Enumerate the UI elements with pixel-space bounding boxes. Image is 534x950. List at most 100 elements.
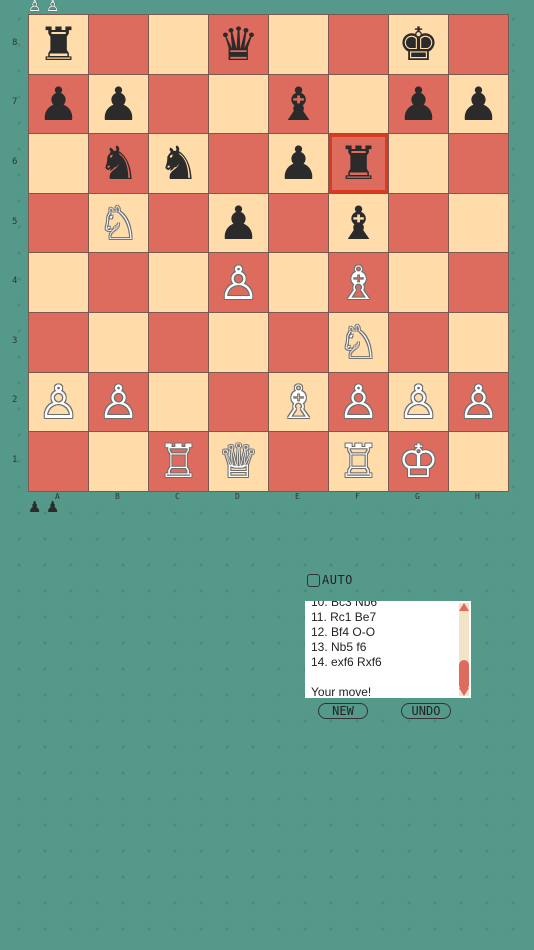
white-pawn-icon[interactable]: ♙: [29, 373, 88, 432]
square-d5[interactable]: ♟: [208, 192, 269, 254]
new-game-button[interactable]: NEW: [318, 703, 368, 719]
square-b8[interactable]: [88, 14, 149, 75]
square-c3[interactable]: [148, 312, 209, 373]
square-b6[interactable]: ♞: [88, 133, 149, 194]
white-bishop-icon[interactable]: ♗: [269, 373, 328, 432]
square-d3[interactable]: [208, 312, 269, 373]
square-d2[interactable]: [208, 371, 269, 433]
square-h4[interactable]: [448, 252, 509, 313]
scroll-down-icon[interactable]: [459, 688, 469, 696]
square-h8[interactable]: [448, 14, 509, 75]
square-b2[interactable]: ♙: [88, 371, 149, 433]
square-a4[interactable]: [28, 252, 89, 313]
black-rook-icon[interactable]: ♜: [29, 15, 88, 74]
square-a3[interactable]: [28, 312, 89, 373]
square-h6[interactable]: [448, 133, 509, 194]
square-g2[interactable]: ♙: [388, 371, 449, 433]
square-b1[interactable]: [88, 431, 149, 492]
auto-checkbox[interactable]: [307, 573, 320, 587]
square-g6[interactable]: [388, 133, 449, 194]
square-f5[interactable]: ♝: [328, 192, 389, 254]
white-king-icon[interactable]: ♔: [389, 432, 448, 491]
white-bishop-icon[interactable]: ♗: [329, 253, 388, 312]
square-e4[interactable]: [268, 252, 329, 313]
black-pawn-icon[interactable]: ♟: [29, 75, 88, 134]
square-d1[interactable]: ♕: [208, 431, 269, 492]
white-knight-icon[interactable]: ♘: [329, 313, 388, 372]
scroll-thumb[interactable]: [459, 660, 469, 690]
square-c1[interactable]: ♖: [148, 431, 209, 492]
black-pawn-icon[interactable]: ♟: [89, 75, 148, 134]
square-f4[interactable]: ♗: [328, 252, 389, 313]
square-e2[interactable]: ♗: [268, 371, 329, 433]
square-c7[interactable]: [148, 73, 209, 135]
square-a1[interactable]: [28, 431, 89, 492]
square-c5[interactable]: [148, 192, 209, 254]
square-e8[interactable]: [268, 14, 329, 75]
square-b7[interactable]: ♟: [88, 73, 149, 135]
square-c2[interactable]: [148, 371, 209, 433]
square-f8[interactable]: [328, 14, 389, 75]
square-a5[interactable]: [28, 192, 89, 254]
square-d4[interactable]: ♙: [208, 252, 269, 313]
white-pawn-icon[interactable]: ♙: [89, 373, 148, 432]
white-knight-icon[interactable]: ♘: [89, 194, 148, 253]
white-rook-icon[interactable]: ♖: [149, 432, 208, 491]
square-e7[interactable]: ♝: [268, 73, 329, 135]
black-bishop-icon[interactable]: ♝: [329, 194, 388, 253]
square-d6[interactable]: [208, 133, 269, 194]
square-a6[interactable]: [28, 133, 89, 194]
black-king-icon[interactable]: ♚: [389, 15, 448, 74]
square-c8[interactable]: [148, 14, 209, 75]
square-f7[interactable]: [328, 73, 389, 135]
black-pawn-icon[interactable]: ♟: [389, 75, 448, 134]
square-d8[interactable]: ♛: [208, 14, 269, 75]
square-a2[interactable]: ♙: [28, 371, 89, 433]
square-f3[interactable]: ♘: [328, 312, 389, 373]
square-f2[interactable]: ♙: [328, 371, 389, 433]
square-g7[interactable]: ♟: [388, 73, 449, 135]
black-queen-icon[interactable]: ♛: [209, 15, 268, 74]
white-queen-icon[interactable]: ♕: [209, 432, 268, 491]
undo-button[interactable]: UNDO: [401, 703, 451, 719]
square-e5[interactable]: [268, 192, 329, 254]
square-b4[interactable]: [88, 252, 149, 313]
white-pawn-icon[interactable]: ♙: [209, 253, 268, 312]
square-d7[interactable]: [208, 73, 269, 135]
square-h5[interactable]: [448, 192, 509, 254]
square-g4[interactable]: [388, 252, 449, 313]
black-knight-icon[interactable]: ♞: [89, 134, 148, 193]
square-g3[interactable]: [388, 312, 449, 373]
square-f6[interactable]: ♜: [328, 133, 389, 194]
white-pawn-icon[interactable]: ♙: [329, 373, 388, 432]
black-pawn-icon[interactable]: ♟: [449, 75, 508, 134]
move-log-scrollbar[interactable]: [459, 603, 469, 696]
square-g8[interactable]: ♚: [388, 14, 449, 75]
move-log[interactable]: 10. Bc3 Nb6 11. Rc1 Be7 12. Bf4 O-O 13. …: [305, 601, 471, 698]
white-pawn-icon[interactable]: ♙: [449, 373, 508, 432]
square-h3[interactable]: [448, 312, 509, 373]
black-pawn-icon[interactable]: ♟: [209, 194, 268, 253]
black-rook-icon[interactable]: ♜: [329, 134, 388, 193]
white-pawn-icon[interactable]: ♙: [389, 373, 448, 432]
scroll-up-icon[interactable]: [459, 603, 469, 611]
square-c6[interactable]: ♞: [148, 133, 209, 194]
square-c4[interactable]: [148, 252, 209, 313]
square-b3[interactable]: [88, 312, 149, 373]
square-h1[interactable]: [448, 431, 509, 492]
square-a8[interactable]: ♜: [28, 14, 89, 75]
square-f1[interactable]: ♖: [328, 431, 389, 492]
black-knight-icon[interactable]: ♞: [149, 134, 208, 193]
black-pawn-icon[interactable]: ♟: [269, 134, 328, 193]
auto-toggle[interactable]: AUTO: [307, 573, 353, 587]
square-g1[interactable]: ♔: [388, 431, 449, 492]
square-h7[interactable]: ♟: [448, 73, 509, 135]
square-g5[interactable]: [388, 192, 449, 254]
square-a7[interactable]: ♟: [28, 73, 89, 135]
square-b5[interactable]: ♘: [88, 192, 149, 254]
square-h2[interactable]: ♙: [448, 371, 509, 433]
black-bishop-icon[interactable]: ♝: [269, 75, 328, 134]
white-rook-icon[interactable]: ♖: [329, 432, 388, 491]
square-e3[interactable]: [268, 312, 329, 373]
square-e1[interactable]: [268, 431, 329, 492]
